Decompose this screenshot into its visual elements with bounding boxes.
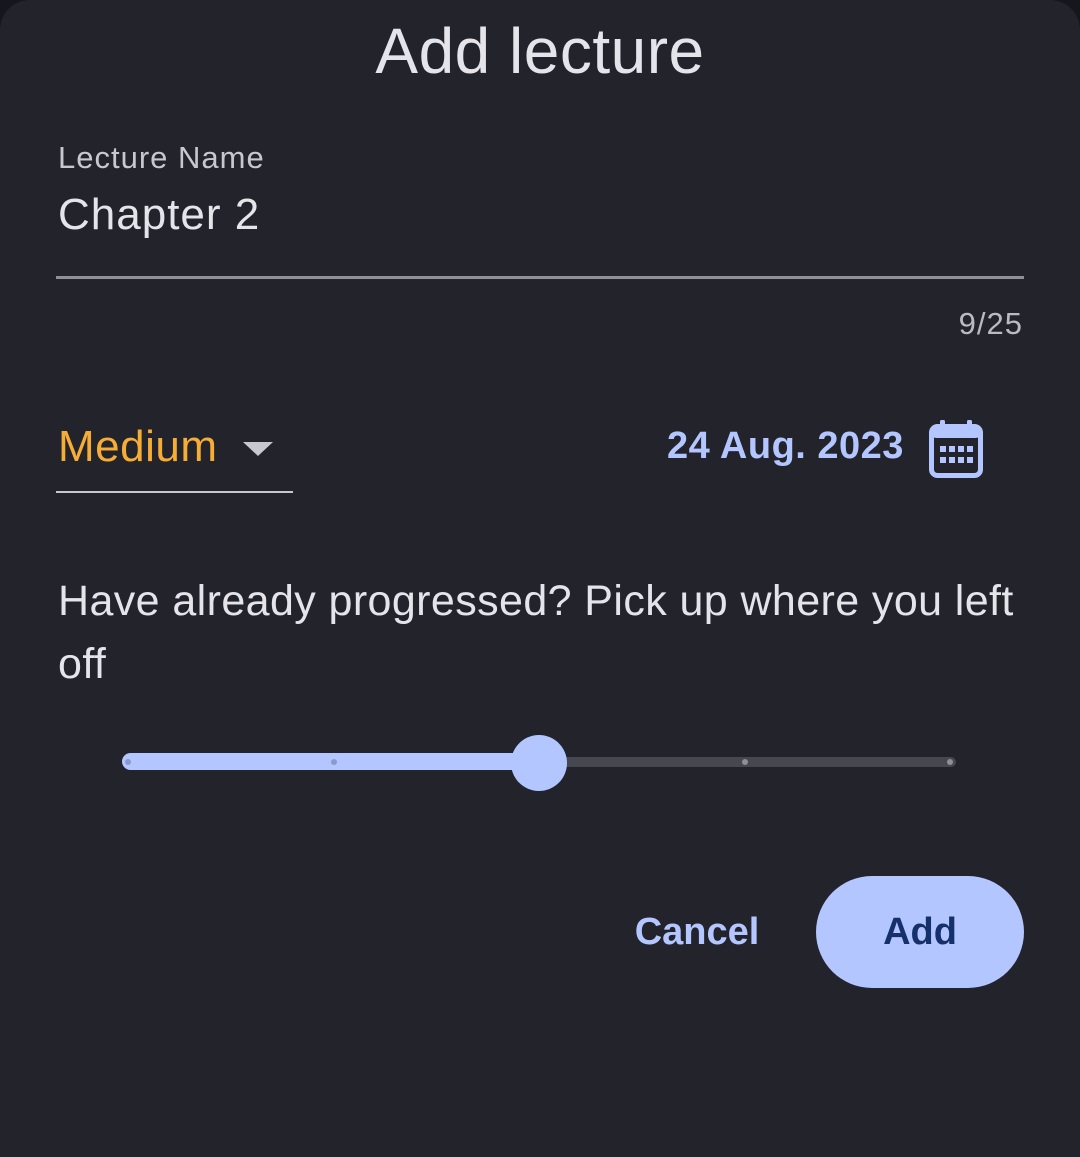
priority-selected-value: Medium — [58, 422, 218, 471]
character-counter: 9/25 — [958, 306, 1023, 341]
slider-tick — [947, 759, 953, 765]
lecture-name-input[interactable] — [58, 190, 1018, 240]
progress-slider[interactable] — [120, 735, 960, 791]
slider-tick — [125, 759, 131, 765]
add-button[interactable]: Add — [816, 876, 1024, 988]
lecture-name-underline — [56, 276, 1024, 279]
calendar-icon[interactable] — [929, 420, 983, 478]
priority-dropdown[interactable]: Medium — [56, 420, 293, 494]
priority-underline — [56, 491, 293, 493]
slider-thumb[interactable] — [511, 735, 567, 791]
dropdown-arrow-icon — [243, 442, 273, 456]
date-value[interactable]: 24 Aug. 2023 — [667, 425, 904, 468]
slider-tick — [741, 759, 748, 765]
progress-prompt: Have already progressed? Pick up where y… — [58, 577, 1014, 688]
dialog-title: Add lecture — [375, 15, 705, 87]
lecture-name-label: Lecture Name — [58, 140, 265, 175]
cancel-button[interactable]: Cancel — [612, 876, 782, 988]
add-lecture-dialog: Add lecture Lecture Name 9/25 Medium 24 … — [0, 0, 1080, 1157]
slider-tick — [330, 759, 337, 765]
